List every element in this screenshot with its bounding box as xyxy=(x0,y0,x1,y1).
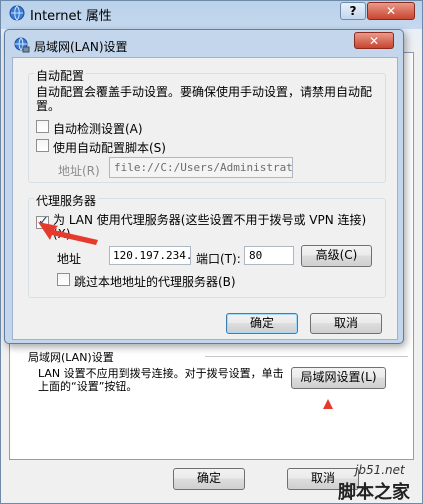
network-globe-icon xyxy=(14,37,30,53)
watermark-site: jb51.net xyxy=(355,463,405,477)
bypass-local-label[interactable]: 跳过本地地址的代理服务器(B) xyxy=(74,273,236,290)
dialog-ok-button[interactable]: 确定 xyxy=(226,313,298,334)
use-proxy-label[interactable]: 为 LAN 使用代理服务器(这些设置不用于拨号或 VPN 连接)(X) xyxy=(53,213,383,241)
auto-detect-label[interactable]: 自动检测设置(A) xyxy=(53,120,143,137)
lan-section-divider xyxy=(205,356,408,357)
auto-script-label[interactable]: 使用自动配置脚本(S) xyxy=(53,139,166,156)
dialog-cancel-button[interactable]: 取消 xyxy=(310,313,382,334)
watermark-name: 脚本之家 xyxy=(338,482,410,503)
lan-settings-button[interactable]: 局域网设置(L) xyxy=(291,367,386,389)
dialog-title: 局域网(LAN)设置 xyxy=(34,40,128,54)
outer-window-title: Internet 属性 xyxy=(30,9,112,24)
proxy-server-legend: 代理服务器 xyxy=(34,192,99,209)
proxy-address-field[interactable]: 120.197.234.1 xyxy=(109,246,191,265)
outer-close-button[interactable]: ✕ xyxy=(367,2,415,20)
lan-section-caption: 局域网(LAN)设置 xyxy=(28,351,114,364)
outer-ok-button[interactable]: 确定 xyxy=(173,468,245,490)
advanced-button[interactable]: 高级(C) xyxy=(301,245,372,267)
proxy-port-field[interactable]: 80 xyxy=(244,246,294,265)
auto-config-description: 自动配置会覆盖手动设置。要确保使用手动设置，请禁用自动配置。 xyxy=(36,85,373,113)
lan-section-description: LAN 设置不应用到拨号连接。对于拨号设置，单击上面的“设置”按钮。 xyxy=(38,367,284,393)
auto-script-address-field[interactable]: file://C:/Users/Administrator/ xyxy=(109,157,293,178)
bypass-local-checkbox[interactable] xyxy=(57,273,70,286)
proxy-address-label: 地址 xyxy=(57,252,82,266)
auto-config-legend: 自动配置 xyxy=(34,67,87,84)
help-button[interactable]: ? xyxy=(340,2,366,20)
annotation-arrow-icon xyxy=(38,222,98,245)
dialog-close-button[interactable]: ✕ xyxy=(354,32,394,49)
internet-globe-icon xyxy=(9,5,25,21)
auto-script-checkbox[interactable] xyxy=(36,139,49,152)
annotation-triangle-icon xyxy=(323,399,333,409)
proxy-port-label: 端口(T): xyxy=(196,252,241,266)
auto-script-address-label: 地址(R) xyxy=(58,164,100,178)
auto-detect-checkbox[interactable] xyxy=(36,120,49,133)
